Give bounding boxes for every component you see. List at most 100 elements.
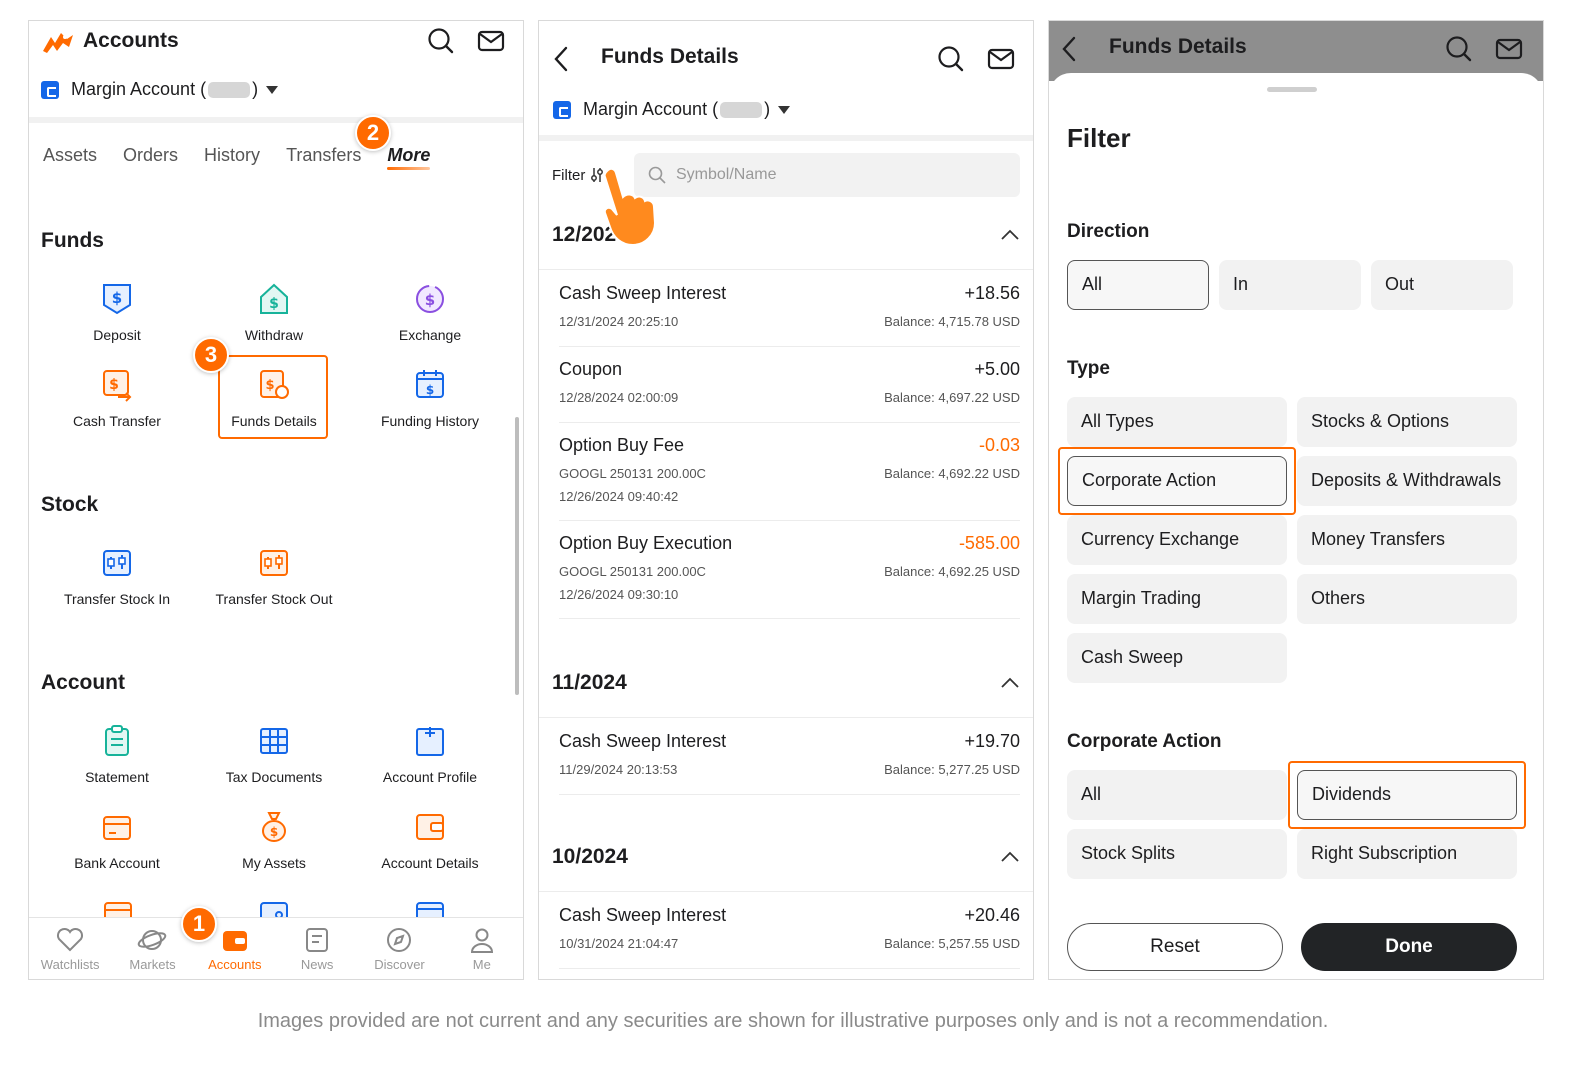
transfer-stock-in-button[interactable]: Transfer Stock In — [42, 543, 192, 607]
svg-text:$: $ — [425, 291, 435, 309]
transaction-time: 12/31/2024 20:25:10 — [559, 314, 679, 329]
type-currency-exchange-chip[interactable]: Currency Exchange — [1067, 515, 1287, 565]
tab-history[interactable]: History — [204, 145, 260, 166]
transaction-amount: +5.00 — [974, 359, 1020, 379]
type-others-chip[interactable]: Others — [1297, 574, 1517, 624]
dividends-highlight — [1288, 761, 1526, 829]
type-money-transfers-chip[interactable]: Money Transfers — [1297, 515, 1517, 565]
account-label-prefix: Margin Account ( — [71, 79, 207, 99]
account-label-prefix: Margin Account ( — [583, 99, 719, 119]
done-button[interactable]: Done — [1301, 923, 1517, 971]
bank-account-label: Bank Account — [74, 855, 160, 871]
nav-discover[interactable]: Discover — [358, 918, 440, 979]
transaction-row[interactable]: Cash Sweep Interest +18.56 12/31/2024 20… — [559, 271, 1020, 347]
transaction-symbol: GOOGL 250131 200.00C — [559, 564, 706, 579]
deposit-label: Deposit — [93, 327, 141, 343]
cash-transfer-button[interactable]: $ Cash Transfer — [42, 365, 192, 429]
filter-label: Filter — [552, 166, 586, 184]
search-input[interactable]: Symbol/Name — [634, 153, 1020, 197]
search-icon[interactable] — [427, 27, 455, 55]
account-profile-button[interactable]: Account Profile — [355, 721, 505, 785]
bottom-nav: Watchlists Markets Accounts News Discove… — [29, 917, 523, 979]
transaction-row[interactable]: Cash Sweep Interest +20.46 10/31/2024 21… — [559, 893, 1020, 969]
svg-text:$: $ — [426, 383, 434, 397]
account-badge-icon — [553, 100, 571, 119]
month-header-nov[interactable]: 11/2024 — [552, 657, 1020, 709]
type-all-types-chip[interactable]: All Types — [1067, 397, 1287, 447]
nav-watchlists[interactable]: Watchlists — [29, 918, 111, 979]
svg-text:$: $ — [269, 296, 279, 312]
funds-details-highlight — [218, 355, 328, 439]
cash-transfer-icon: $ — [42, 365, 192, 405]
transaction-row[interactable]: Option Buy Execution -585.00 GOOGL 25013… — [559, 521, 1020, 619]
transaction-row[interactable]: Option Buy Fee -0.03 GOOGL 250131 200.00… — [559, 423, 1020, 521]
scrollbar[interactable] — [515, 417, 519, 695]
account-selector[interactable]: Margin Account ( ) — [41, 79, 279, 100]
withdraw-button[interactable]: $ Withdraw — [199, 279, 349, 343]
type-deposits-withdrawals-chip[interactable]: Deposits & Withdrawals — [1297, 456, 1517, 506]
statement-label: Statement — [85, 769, 149, 785]
reset-button[interactable]: Reset — [1067, 923, 1283, 971]
transaction-balance: Balance: 4,697.22 USD — [884, 390, 1020, 405]
mail-icon[interactable] — [987, 45, 1015, 73]
tab-transfers[interactable]: Transfers — [286, 145, 361, 166]
back-chevron-icon[interactable] — [551, 45, 571, 73]
funding-history-button[interactable]: $ Funding History — [355, 365, 505, 429]
type-stocks-options-chip[interactable]: Stocks & Options — [1297, 397, 1517, 447]
direction-out-chip[interactable]: Out — [1371, 260, 1513, 310]
transfer-stock-out-icon — [199, 543, 349, 583]
filter-title: Filter — [1067, 123, 1131, 153]
transfer-stock-in-label: Transfer Stock In — [63, 591, 171, 607]
transaction-balance: Balance: 5,257.55 USD — [884, 936, 1020, 951]
direction-all-chip[interactable]: All — [1067, 260, 1209, 310]
nav-label: Markets — [129, 957, 176, 972]
tax-documents-button[interactable]: Tax Documents — [199, 721, 349, 785]
my-assets-button[interactable]: $ My Assets — [199, 807, 349, 871]
account-selector[interactable]: Margin Account ( ) — [553, 99, 791, 120]
transaction-row[interactable]: Coupon +5.00 12/28/2024 02:00:09 Balance… — [559, 347, 1020, 423]
funds-section-title: Funds — [41, 229, 104, 252]
user-icon — [441, 926, 523, 954]
transfer-stock-out-button[interactable]: Transfer Stock Out — [199, 543, 349, 607]
account-label-suffix: ) — [764, 99, 771, 119]
step-badge-1: 1 — [181, 906, 217, 942]
bank-account-button[interactable]: Bank Account — [42, 807, 192, 871]
transaction-amount: +20.46 — [964, 905, 1020, 925]
drag-handle[interactable] — [1267, 87, 1317, 92]
transaction-time: 12/28/2024 02:00:09 — [559, 390, 679, 405]
transaction-balance: Balance: 4,692.25 USD — [884, 564, 1020, 579]
direction-title: Direction — [1067, 221, 1150, 242]
account-badge-icon — [41, 80, 59, 99]
nav-news[interactable]: News — [276, 918, 358, 979]
account-details-label: Account Details — [381, 855, 479, 871]
chevron-down-icon — [266, 85, 279, 94]
tab-assets[interactable]: Assets — [43, 145, 97, 166]
mail-icon[interactable] — [477, 27, 505, 55]
month-header-oct[interactable]: 10/2024 — [552, 831, 1020, 883]
tab-more[interactable]: More — [387, 145, 431, 170]
search-icon[interactable] — [937, 45, 965, 73]
back-chevron-icon[interactable] — [1059, 35, 1079, 63]
type-cash-sweep-chip[interactable]: Cash Sweep — [1067, 633, 1287, 683]
transaction-name: Option Buy Execution — [559, 533, 733, 553]
transaction-amount: +19.70 — [964, 731, 1020, 751]
ca-right-subscription-chip[interactable]: Right Subscription — [1297, 829, 1517, 879]
tab-orders[interactable]: Orders — [123, 145, 178, 166]
nav-me[interactable]: Me — [441, 918, 523, 979]
nav-label: Accounts — [208, 957, 262, 972]
type-margin-trading-chip[interactable]: Margin Trading — [1067, 574, 1287, 624]
filter-sheet: Filter Direction All In Out Type All Typ… — [1049, 73, 1543, 979]
transaction-row[interactable]: Cash Sweep Interest +19.70 11/29/2024 20… — [559, 719, 1020, 795]
exchange-button[interactable]: $ Exchange — [355, 279, 505, 343]
transaction-time: 12/26/2024 09:40:42 — [559, 489, 679, 504]
page-title: Funds Details — [601, 45, 739, 68]
account-details-button[interactable]: Account Details — [355, 807, 505, 871]
ca-all-chip[interactable]: All — [1067, 770, 1287, 820]
chevron-down-icon — [778, 105, 791, 114]
search-icon[interactable] — [1445, 35, 1473, 63]
statement-button[interactable]: Statement — [42, 721, 192, 785]
direction-in-chip[interactable]: In — [1219, 260, 1361, 310]
mail-icon[interactable] — [1495, 35, 1523, 63]
deposit-button[interactable]: $ Deposit — [42, 279, 192, 343]
ca-stock-splits-chip[interactable]: Stock Splits — [1067, 829, 1287, 879]
